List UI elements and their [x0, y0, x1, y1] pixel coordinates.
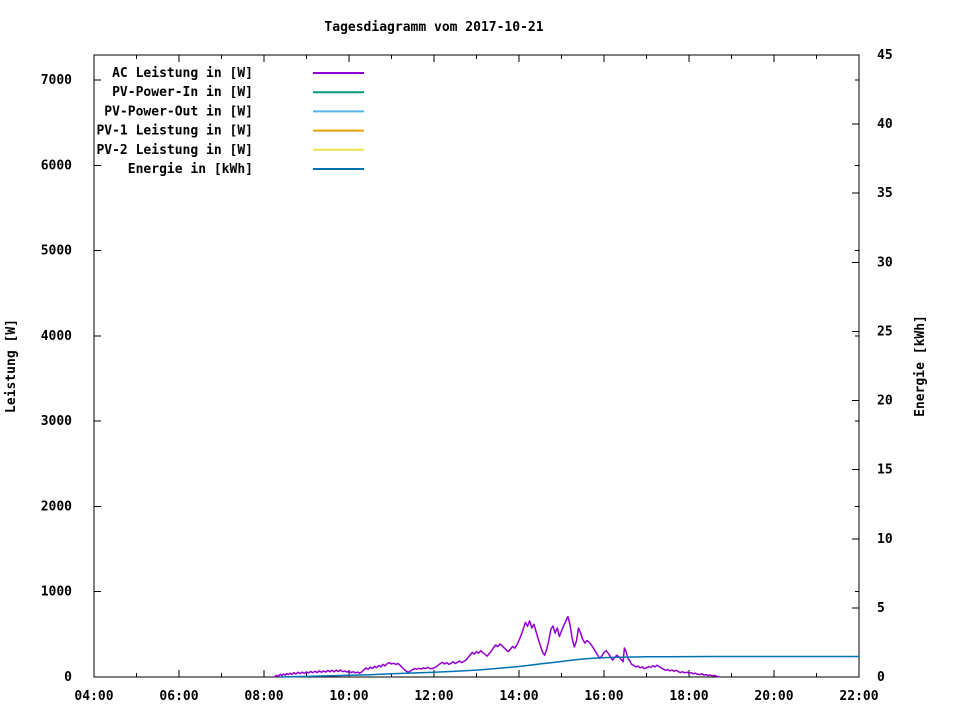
x-tick-label: 14:00: [499, 689, 538, 704]
legend-item-pv-1-leistung: PV-1 Leistung in [W]: [96, 124, 364, 139]
y2-tick-label: 0: [877, 670, 885, 685]
y-axis-label: Leistung [W]: [4, 319, 19, 413]
y-tick-label: 7000: [41, 73, 72, 88]
legend-item-pv-2-leistung: PV-2 Leistung in [W]: [96, 143, 364, 158]
legend-item-energie: Energie in [kWh]: [128, 162, 364, 177]
legend-label-ac-leistung: AC Leistung in [W]: [112, 66, 253, 81]
x-tick-label: 22:00: [839, 689, 878, 704]
x-tick-label: 12:00: [414, 689, 453, 704]
y-tick-label: 1000: [41, 585, 72, 600]
series-ac-leistung: [273, 615, 720, 678]
chart-screen: Tagesdiagramm vom 2017-10-21 Leistung [W…: [0, 0, 960, 720]
y-tick-label: 6000: [41, 158, 72, 173]
x-tick-label: 16:00: [584, 689, 623, 704]
x-tick-label: 08:00: [244, 689, 283, 704]
y2-tick-label: 30: [877, 255, 893, 270]
x-tick-label: 18:00: [669, 689, 708, 704]
legend-item-pv-power-in: PV-Power-In in [W]: [112, 85, 364, 100]
y-tick-label: 4000: [41, 329, 72, 344]
y-tick-label: 5000: [41, 244, 72, 259]
y2-tick-label: 35: [877, 186, 893, 201]
y2-axis-label: Energie [kWh]: [913, 315, 928, 417]
y2-tick-label: 40: [877, 117, 893, 132]
x-tick-label: 06:00: [159, 689, 198, 704]
y-tick-label: 2000: [41, 499, 72, 514]
y2-tick-label: 5: [877, 601, 885, 616]
y2-tick-label: 10: [877, 532, 893, 547]
chart-title: Tagesdiagramm vom 2017-10-21: [324, 20, 543, 35]
series-energie: [280, 655, 860, 678]
legend-label-energie: Energie in [kWh]: [128, 162, 253, 177]
legend-item-ac-leistung: AC Leistung in [W]: [112, 66, 364, 81]
y2-tick-label: 15: [877, 463, 893, 478]
legend: AC Leistung in [W] PV-Power-In in [W] PV-P…: [96, 66, 364, 177]
legend-label-pv-2-leistung: PV-2 Leistung in [W]: [96, 143, 253, 158]
plot-area: 04:00 06:00 08:00 10:00 12:00 14:00 16:00 18:00…: [41, 48, 893, 704]
legend-label-pv-1-leistung: PV-1 Leistung in [W]: [96, 124, 253, 139]
y2-tick-label: 20: [877, 394, 893, 409]
legend-label-pv-power-in: PV-Power-In in [W]: [112, 85, 253, 100]
legend-item-pv-power-out: PV-Power-Out in [W]: [104, 104, 364, 119]
y2-tick-label: 45: [877, 48, 893, 63]
legend-label-pv-power-out: PV-Power-Out in [W]: [104, 104, 253, 119]
tagesdiagramm-chart: Tagesdiagramm vom 2017-10-21 Leistung [W…: [4, 20, 928, 704]
y-tick-label: 3000: [41, 414, 72, 429]
y-tick-label: 0: [64, 670, 72, 685]
x-tick-label: 20:00: [754, 689, 793, 704]
y2-tick-label: 25: [877, 324, 893, 339]
x-tick-label: 04:00: [74, 689, 113, 704]
x-tick-label: 10:00: [329, 689, 368, 704]
